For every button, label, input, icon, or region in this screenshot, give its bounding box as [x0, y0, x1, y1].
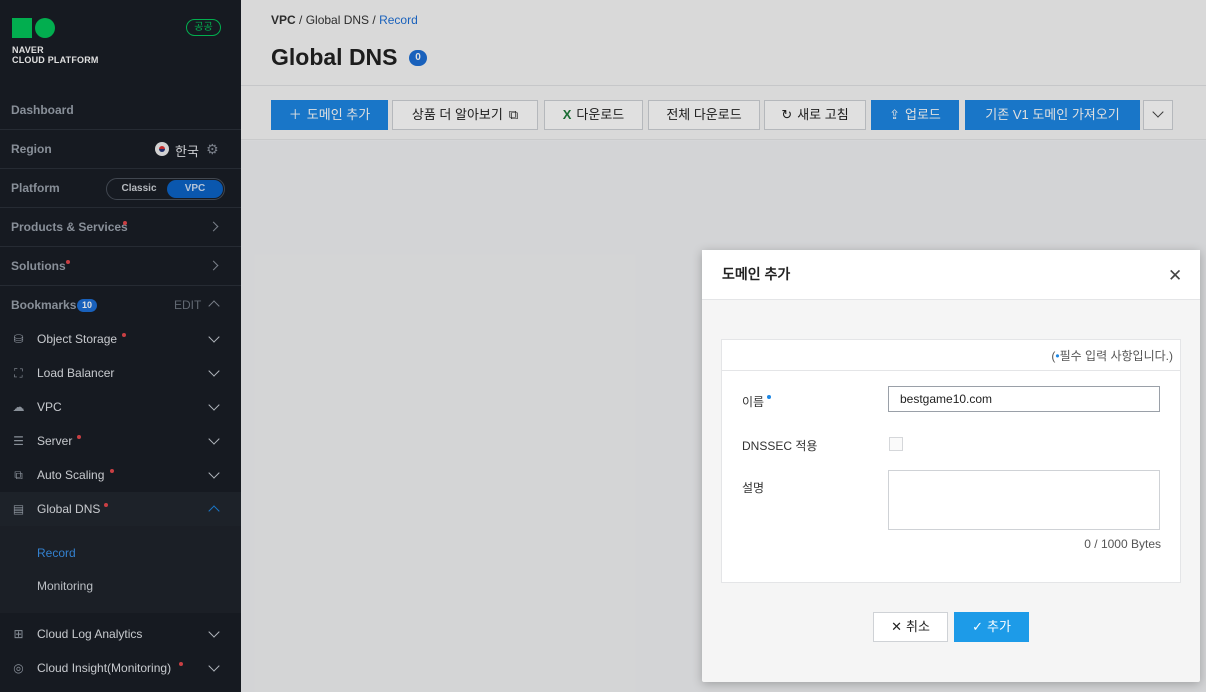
required-note-text: 필수 입력 사항입니다.	[1059, 349, 1169, 363]
required-note: (•필수 입력 사항입니다.)	[1051, 349, 1173, 363]
byte-counter: 0 / 1000 Bytes	[1084, 537, 1161, 551]
close-icon[interactable]: ✕	[1168, 266, 1182, 286]
cancel-button[interactable]: ✕ 취소	[873, 612, 948, 642]
required-dot-icon	[767, 395, 772, 399]
description-label: 설명	[742, 481, 765, 495]
dnssec-checkbox[interactable]	[889, 437, 903, 451]
add-label: 추가	[986, 619, 1011, 634]
name-field-label: 이름	[742, 393, 772, 410]
add-button[interactable]: ✓ 추가	[954, 612, 1029, 642]
modal-title: 도메인 추가	[722, 266, 791, 282]
modal-header: 도메인 추가 ✕	[702, 250, 1200, 300]
add-domain-modal: 도메인 추가 ✕ (•필수 입력 사항입니다.) 이름 DNSSEC 적용 설명…	[702, 250, 1200, 682]
dnssec-label: DNSSEC 적용	[742, 439, 818, 453]
check-icon: ✓	[972, 619, 983, 634]
cancel-label: 취소	[905, 619, 930, 634]
form-panel: (•필수 입력 사항입니다.) 이름 DNSSEC 적용 설명 0 / 1000…	[721, 339, 1181, 583]
description-textarea[interactable]	[888, 470, 1160, 530]
close-icon: ✕	[891, 619, 902, 634]
name-input[interactable]	[888, 386, 1160, 412]
divider	[722, 370, 1180, 371]
